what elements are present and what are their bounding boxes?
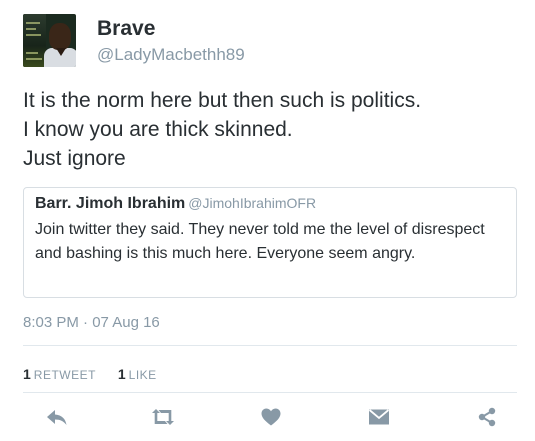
divider xyxy=(23,345,517,346)
like-button[interactable] xyxy=(256,402,286,432)
like-label: LIKE xyxy=(128,368,157,382)
retweet-label: RETWEET xyxy=(33,368,96,382)
reply-button[interactable] xyxy=(42,402,72,432)
retweet-button[interactable] xyxy=(148,402,178,432)
share-button[interactable] xyxy=(472,402,502,432)
avatar-banner-panel xyxy=(23,14,46,67)
user-name[interactable]: Brave xyxy=(97,17,155,41)
heart-icon xyxy=(261,408,281,426)
user-handle[interactable]: @LadyMacbethh89 xyxy=(97,45,245,65)
tweet-card: Brave @LadyMacbethh89 It is the norm her… xyxy=(0,0,535,441)
quoted-tweet-header: Barr. Jimoh Ibrahim @JimohIbrahimOFR xyxy=(35,195,316,213)
quoted-tweet-text: Join twitter they said. They never told … xyxy=(35,221,485,262)
tweet-timestamp[interactable]: 8:03 PM · 07 Aug 16 xyxy=(23,314,160,331)
avatar[interactable] xyxy=(23,14,76,67)
tweet-stats: 1 RETWEET 1 LIKE xyxy=(23,366,157,382)
retweet-stat[interactable]: 1 RETWEET xyxy=(23,366,96,382)
tweet-text: It is the norm here but then such is pol… xyxy=(23,86,523,173)
quoted-tweet[interactable]: Barr. Jimoh Ibrahim @JimohIbrahimOFR Join… xyxy=(23,187,517,298)
tweet-text-line: It is the norm here but then such is pol… xyxy=(23,89,422,112)
like-count: 1 xyxy=(117,366,126,382)
tweet-text-line: I know you are thick skinned. xyxy=(23,118,293,141)
quoted-user-name: Barr. Jimoh Ibrahim xyxy=(35,195,186,212)
like-stat[interactable]: 1 LIKE xyxy=(118,366,157,382)
retweet-icon xyxy=(152,409,174,425)
action-bar xyxy=(0,402,535,432)
share-icon xyxy=(478,407,496,427)
retweet-count: 1 xyxy=(23,366,31,382)
quoted-user-handle: @JimohIbrahimOFR xyxy=(188,195,317,211)
tweet-text-line: Just ignore xyxy=(23,147,126,170)
avatar-face xyxy=(49,23,71,50)
reply-icon xyxy=(47,410,67,425)
message-button[interactable] xyxy=(364,402,394,432)
divider xyxy=(23,392,517,393)
message-icon xyxy=(368,409,390,425)
